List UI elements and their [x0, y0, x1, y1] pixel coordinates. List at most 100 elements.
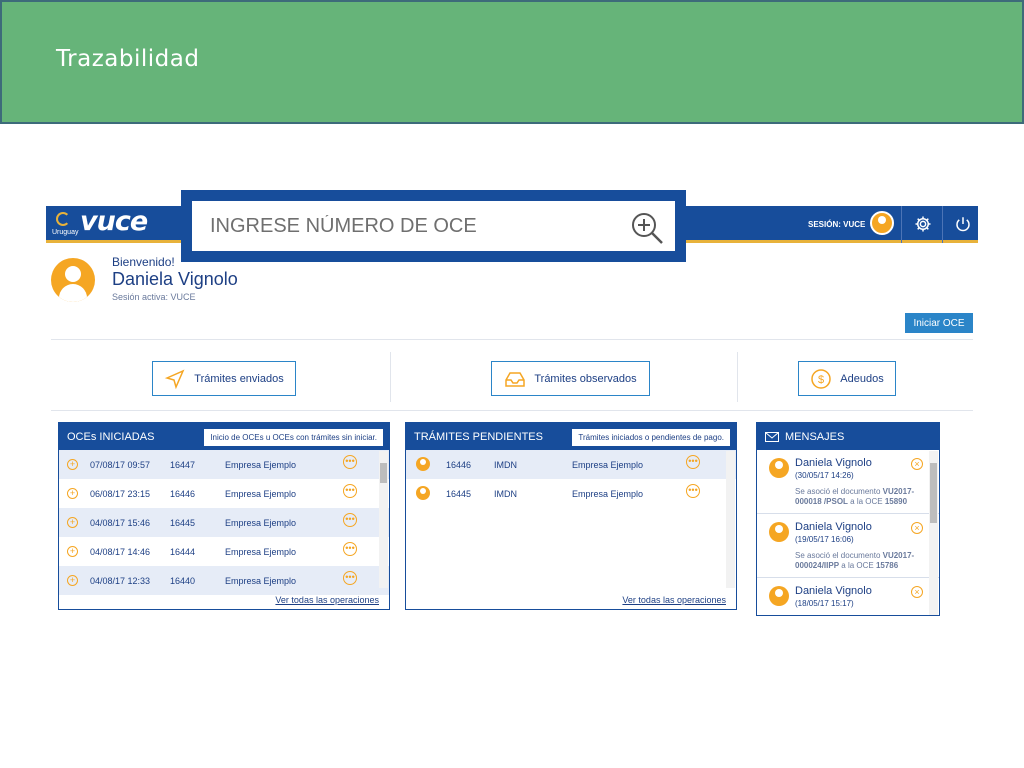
dismiss-icon[interactable]: ×: [911, 522, 923, 534]
row-id: 16445: [446, 488, 472, 499]
divider: [51, 410, 973, 411]
add-icon[interactable]: +: [67, 517, 78, 528]
session-label: SESIÓN: VUCE: [808, 220, 866, 229]
panel-header: TRÁMITES PENDIENTES Trámites iniciados o…: [406, 423, 736, 450]
scrollbar[interactable]: [726, 451, 735, 588]
row-date: 06/08/17 23:15: [90, 488, 151, 499]
oces-list: + 07/08/17 09:57 16447 Empresa Ejemplo •…: [59, 450, 389, 595]
add-icon[interactable]: +: [67, 459, 78, 470]
panel-header: MENSAJES: [757, 423, 939, 450]
row-id: 16440: [170, 575, 196, 586]
row-date: 04/08/17 12:33: [90, 575, 151, 586]
vuce-logo[interactable]: vuce Uruguay: [50, 206, 162, 240]
panel-title: MENSAJES: [785, 430, 845, 443]
slide-banner: Trazabilidad: [0, 0, 1024, 124]
row-date: 04/08/17 14:46: [90, 546, 151, 557]
oce-search-input[interactable]: [210, 211, 610, 241]
table-row[interactable]: 16446 IMDN Empresa Ejemplo •••: [406, 450, 736, 479]
row-id: 16445: [170, 517, 196, 528]
divider: [737, 352, 738, 402]
more-icon[interactable]: •••: [686, 484, 700, 498]
add-icon[interactable]: +: [67, 575, 78, 586]
more-icon[interactable]: •••: [686, 455, 700, 469]
sender-avatar: [769, 458, 789, 478]
message-date: (18/05/17 15:17): [795, 599, 854, 608]
more-icon[interactable]: •••: [343, 542, 357, 556]
message-date: (30/05/17 14:26): [795, 471, 854, 480]
panel-title: OCEs INICIADAS: [67, 430, 155, 443]
message-item[interactable]: Daniela Vignolo (18/05/17 15:17) ×: [757, 578, 939, 615]
message-item[interactable]: Daniela Vignolo (19/05/17 16:06) Se asoc…: [757, 514, 939, 578]
search-field-container: [192, 201, 675, 251]
table-row[interactable]: 16445 IMDN Empresa Ejemplo •••: [406, 479, 736, 508]
row-type: IMDN: [494, 459, 517, 470]
more-icon[interactable]: •••: [343, 571, 357, 585]
active-session: Sesión activa: VUCE: [112, 292, 196, 302]
debts-button[interactable]: $ Adeudos: [798, 361, 896, 396]
divider: [942, 206, 943, 243]
sent-procedures-label: Trámites enviados: [194, 372, 284, 385]
panel-title: TRÁMITES PENDIENTES: [414, 430, 543, 443]
table-row[interactable]: + 06/08/17 23:15 16446 Empresa Ejemplo •…: [59, 479, 389, 508]
dismiss-icon[interactable]: ×: [911, 586, 923, 598]
pending-panel: TRÁMITES PENDIENTES Trámites iniciados o…: [405, 422, 737, 610]
sender-name: Daniela Vignolo: [795, 521, 872, 533]
start-oce-button[interactable]: Iniciar OCE: [905, 313, 973, 333]
avatar-icon[interactable]: [870, 211, 894, 235]
sun-icon: [56, 212, 70, 226]
view-all-operations-link[interactable]: Ver todas las operaciones: [275, 595, 379, 605]
user-name: Daniela Vignolo: [112, 269, 238, 289]
zoom-in-icon[interactable]: [630, 211, 664, 245]
row-id: 16444: [170, 546, 196, 557]
observed-procedures-button[interactable]: Trámites observados: [491, 361, 650, 396]
row-date: 07/08/17 09:57: [90, 459, 151, 470]
scrollbar[interactable]: [929, 451, 938, 615]
logo-text: vuce: [80, 206, 148, 237]
table-row[interactable]: + 07/08/17 09:57 16447 Empresa Ejemplo •…: [59, 450, 389, 479]
oce-search-box: [181, 190, 686, 262]
panel-hint: Trámites iniciados o pendientes de pago.: [572, 429, 730, 446]
messages-panel: MENSAJES Daniela Vignolo (30/05/17 14:26…: [756, 422, 940, 616]
panel-hint: Inicio de OCEs u OCEs con trámites sin i…: [204, 429, 383, 446]
gear-icon[interactable]: [914, 215, 932, 233]
mail-icon: [765, 431, 779, 442]
row-id: 16447: [170, 459, 196, 470]
table-row[interactable]: + 04/08/17 12:33 16440 Empresa Ejemplo •…: [59, 566, 389, 595]
observed-procedures-label: Trámites observados: [534, 372, 637, 385]
debts-label: Adeudos: [840, 372, 884, 385]
dollar-icon: $: [811, 368, 832, 389]
more-icon[interactable]: •••: [343, 484, 357, 498]
oces-panel: OCEs INICIADAS Inicio de OCEs u OCEs con…: [58, 422, 390, 610]
row-company: Empresa Ejemplo: [225, 517, 297, 528]
row-company: Empresa Ejemplo: [572, 459, 644, 470]
add-icon[interactable]: +: [67, 546, 78, 557]
add-icon[interactable]: +: [67, 488, 78, 499]
sender-name: Daniela Vignolo: [795, 457, 872, 469]
row-company: Empresa Ejemplo: [225, 459, 297, 470]
power-icon[interactable]: [954, 215, 972, 233]
more-icon[interactable]: •••: [343, 455, 357, 469]
view-all-operations-link[interactable]: Ver todas las operaciones: [622, 595, 726, 605]
send-icon: [165, 369, 185, 389]
welcome-greeting: Bienvenido!: [112, 255, 175, 269]
row-id: 16446: [170, 488, 196, 499]
table-row[interactable]: + 04/08/17 15:46 16445 Empresa Ejemplo •…: [59, 508, 389, 537]
row-date: 04/08/17 15:46: [90, 517, 151, 528]
message-date: (19/05/17 16:06): [795, 535, 854, 544]
row-id: 16446: [446, 459, 472, 470]
divider: [901, 206, 902, 243]
message-item[interactable]: Daniela Vignolo (30/05/17 14:26) Se asoc…: [757, 450, 939, 514]
message-text: Se asoció el documento VU2017-000018 /PS…: [795, 487, 915, 506]
row-company: Empresa Ejemplo: [225, 575, 297, 586]
row-type: IMDN: [494, 488, 517, 499]
dismiss-icon[interactable]: ×: [911, 458, 923, 470]
table-row[interactable]: + 04/08/17 14:46 16444 Empresa Ejemplo •…: [59, 537, 389, 566]
person-icon: [416, 457, 430, 471]
sent-procedures-button[interactable]: Trámites enviados: [152, 361, 296, 396]
more-icon[interactable]: •••: [343, 513, 357, 527]
slide-title: Trazabilidad: [56, 46, 200, 72]
user-avatar: [51, 258, 95, 302]
divider: [51, 339, 973, 340]
scrollbar[interactable]: [379, 451, 388, 588]
inbox-icon: [505, 371, 526, 387]
